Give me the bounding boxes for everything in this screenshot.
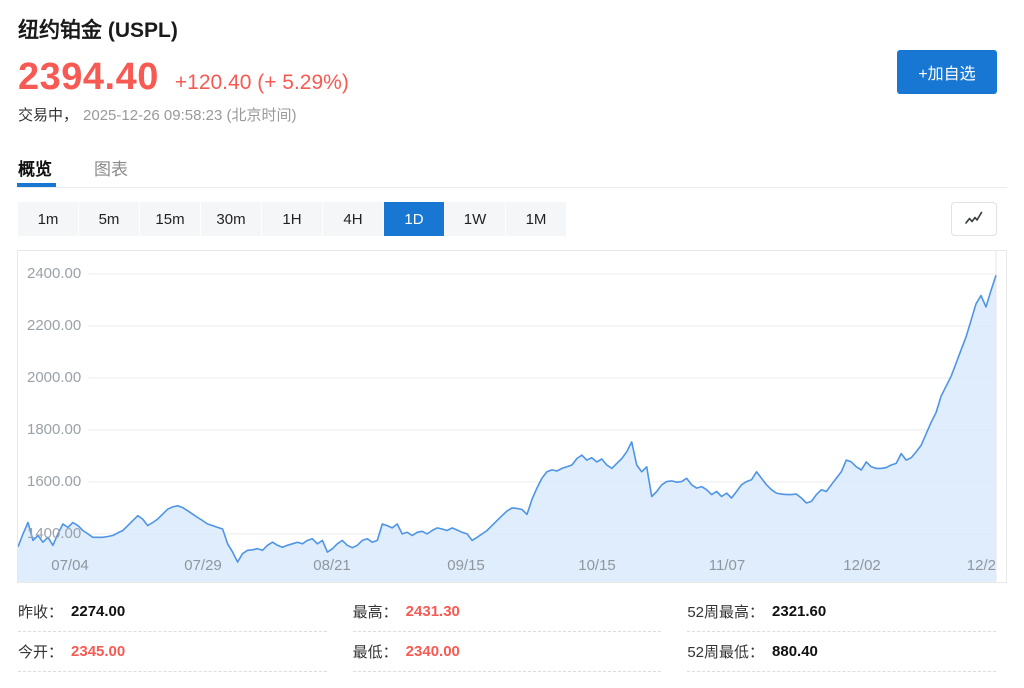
stats-column: 昨收： 2274.00 今开： 2345.00 <box>18 592 327 672</box>
stat-week52-high: 52周最高： 2321.60 <box>687 592 996 632</box>
x-axis-label: 12/2 <box>967 558 996 573</box>
stat-value: 2431.30 <box>406 603 460 620</box>
page-title: 纽约铂金 (USPL) <box>18 14 178 44</box>
quote-timestamp: 2025-12-26 09:58:23 (北京时间) <box>83 107 296 124</box>
tab-bar: 概览 图表 <box>18 151 1007 188</box>
quote-page: 纽约铂金 (USPL) 2394.40 +120.40 (+ 5.29%) 交易… <box>0 0 1024 688</box>
x-axis-label: 10/15 <box>578 558 616 573</box>
y-axis-label: 2000.00 <box>27 370 81 385</box>
chart-type-button[interactable] <box>951 202 997 236</box>
x-axis-label: 07/04 <box>51 558 89 573</box>
price-area <box>18 275 996 582</box>
period-1W[interactable]: 1W <box>445 202 505 236</box>
period-4H[interactable]: 4H <box>323 202 383 236</box>
period-1M[interactable]: 1M <box>506 202 566 236</box>
stat-label: 52周最高： <box>687 601 764 622</box>
price-row: 2394.40 +120.40 (+ 5.29%) <box>18 56 349 99</box>
price-chart[interactable]: 2400.00 2200.00 2000.00 1800.00 1600.00 1400.… <box>17 250 1007 583</box>
stat-label: 最低： <box>353 641 398 662</box>
x-axis-label: 07/29 <box>184 558 222 573</box>
period-15m[interactable]: 15m <box>140 202 200 236</box>
x-axis-label: 09/15 <box>447 558 485 573</box>
y-axis-label: 2200.00 <box>27 318 81 333</box>
x-axis-label: 12/02 <box>843 558 881 573</box>
stat-prev-close: 昨收： 2274.00 <box>18 592 327 632</box>
stat-high: 最高： 2431.30 <box>353 592 662 632</box>
tab-overview[interactable]: 概览 <box>18 151 52 187</box>
line-chart-icon <box>964 211 984 227</box>
tab-chart[interactable]: 图表 <box>94 151 128 187</box>
period-selector: 1m5m15m30m1H4H1D1W1M <box>18 202 566 236</box>
period-5m[interactable]: 5m <box>79 202 139 236</box>
price-area-plot <box>18 251 1006 582</box>
stat-low: 最低： 2340.00 <box>353 632 662 672</box>
period-1D[interactable]: 1D <box>384 202 444 236</box>
stat-value: 2345.00 <box>71 643 125 660</box>
stat-label: 52周最低： <box>687 641 764 662</box>
y-axis-label: 1800.00 <box>27 422 81 437</box>
stat-label: 今开： <box>18 641 63 662</box>
stats-column: 52周最高： 2321.60 52周最低： 880.40 <box>687 592 996 672</box>
stat-week52-low: 52周最低： 880.40 <box>687 632 996 672</box>
stats-column: 最高： 2431.30 最低： 2340.00 <box>353 592 662 672</box>
stat-value: 2340.00 <box>406 643 460 660</box>
add-watchlist-button[interactable]: +加自选 <box>897 50 997 94</box>
y-axis-label: 2400.00 <box>27 266 81 281</box>
x-axis-label: 08/21 <box>313 558 351 573</box>
status-row: 交易中， 2025-12-26 09:58:23 (北京时间) <box>18 104 296 125</box>
stat-value: 2321.60 <box>772 603 826 620</box>
price-change: +120.40 (+ 5.29%) <box>175 71 349 95</box>
stat-label: 最高： <box>353 601 398 622</box>
trading-status: 交易中， <box>18 107 78 124</box>
stat-value: 2274.00 <box>71 603 125 620</box>
stat-value: 880.40 <box>772 643 818 660</box>
stat-open-today: 今开： 2345.00 <box>18 632 327 672</box>
y-axis-label: 1400.00 <box>27 526 81 541</box>
period-1m[interactable]: 1m <box>18 202 78 236</box>
x-axis-label: 11/07 <box>709 558 745 573</box>
quote-stats: 昨收： 2274.00 今开： 2345.00 最高： 2431.30 最低： 2340.00… <box>18 592 996 672</box>
period-1H[interactable]: 1H <box>262 202 322 236</box>
y-axis-label: 1600.00 <box>27 474 81 489</box>
stat-label: 昨收： <box>18 601 63 622</box>
current-price: 2394.40 <box>18 56 159 99</box>
period-30m[interactable]: 30m <box>201 202 261 236</box>
